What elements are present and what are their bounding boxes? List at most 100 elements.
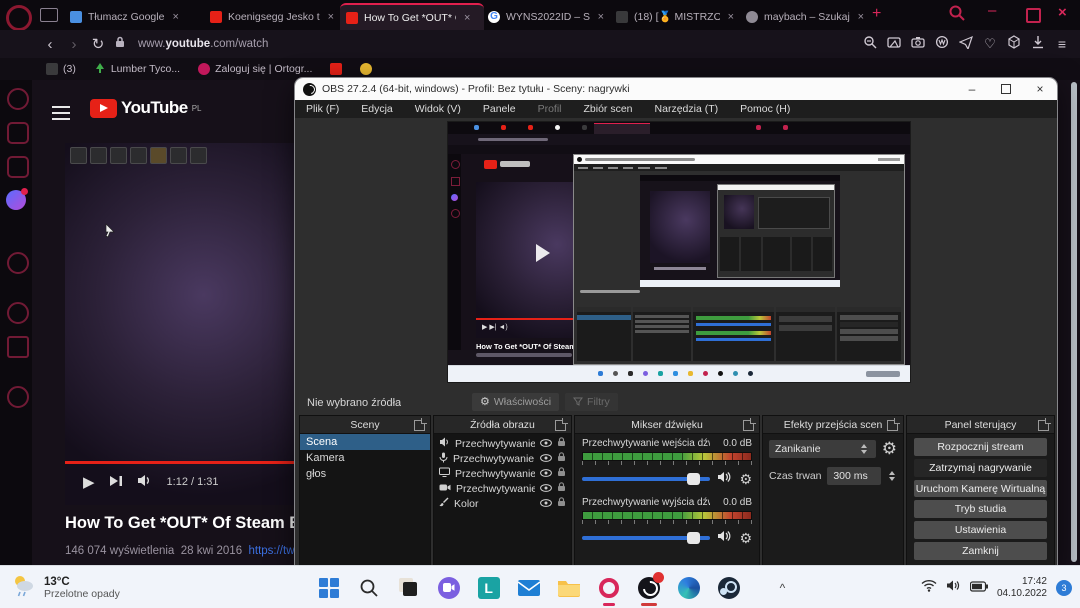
virtual-camera-button[interactable]: Uruchom Kamerę Wirtualną (914, 480, 1047, 498)
steam-icon[interactable] (716, 575, 742, 601)
opera-gx-logo-icon[interactable] (6, 5, 32, 31)
source-row[interactable]: Przechwytywanie (434, 436, 571, 451)
lock-icon[interactable] (557, 497, 566, 510)
back-button[interactable]: ‹ (38, 36, 62, 53)
youtube-menu-icon[interactable] (52, 102, 70, 124)
volume-slider[interactable] (582, 536, 710, 540)
gear-icon[interactable]: ⚙ (739, 472, 752, 486)
eye-icon[interactable] (540, 453, 552, 465)
volume-slider[interactable] (582, 477, 710, 481)
new-tab-button[interactable]: + (872, 5, 881, 23)
camera-icon[interactable] (906, 35, 930, 54)
edge-icon[interactable] (676, 575, 702, 601)
tab-tlumacz-google[interactable]: Tłumacz Google × (64, 3, 206, 30)
bookmark-youtube[interactable] (330, 63, 342, 75)
tab-how-to-get-out-active[interactable]: How To Get *OUT* O × (340, 3, 484, 30)
menu-pomoc[interactable]: Pomoc (H) (729, 103, 801, 115)
extensions-cube-icon[interactable] (1002, 35, 1026, 54)
app-l-icon[interactable]: L (476, 575, 502, 601)
volume-tray-icon[interactable] (946, 579, 961, 597)
eye-icon[interactable] (540, 438, 552, 450)
send-icon[interactable] (954, 35, 978, 54)
source-row[interactable]: Przechwytywanie (434, 481, 571, 496)
description-link[interactable]: https://twitt... (248, 545, 297, 557)
scene-item-selected[interactable]: Scena (300, 434, 430, 450)
obs-close-button[interactable]: × (1023, 78, 1057, 100)
wifi-icon[interactable] (921, 579, 937, 597)
window-close-button[interactable]: × (1058, 4, 1067, 21)
lock-icon[interactable] (557, 437, 566, 450)
window-maximize-button[interactable] (1026, 8, 1041, 23)
weather-widget[interactable]: 13°C Przelotne opady (10, 572, 180, 603)
video-progress-bar[interactable] (65, 461, 296, 464)
close-icon[interactable]: × (462, 12, 472, 24)
close-icon[interactable]: × (170, 11, 180, 23)
tab-search-icon[interactable] (948, 4, 966, 22)
tab-koenigsegg[interactable]: Koenigsegg Jesko to × (204, 3, 342, 30)
clock[interactable]: 17:42 04.10.2022 (997, 576, 1047, 600)
scenes-header[interactable]: Sceny (300, 416, 430, 434)
tray-expand-chevron[interactable]: ^ (780, 581, 786, 595)
studio-mode-button[interactable]: Tryb studia (914, 500, 1047, 518)
source-row[interactable]: Przechwytywanie (434, 466, 571, 481)
obs-maximize-button[interactable] (989, 78, 1023, 100)
lock-icon[interactable] (557, 482, 566, 495)
url-text[interactable]: www.youtube.com/watch (138, 38, 268, 50)
shopping-bag-icon[interactable] (7, 122, 29, 144)
eye-icon[interactable] (540, 468, 552, 480)
gear-icon[interactable]: ⚙ (739, 531, 752, 545)
teams-chat-icon[interactable] (436, 575, 462, 601)
opera-gx-taskbar-icon[interactable] (596, 575, 622, 601)
transition-gear-icon[interactable]: ⚙ (882, 442, 897, 456)
zoom-page-icon[interactable] (858, 35, 882, 54)
lock-icon[interactable] (557, 452, 566, 465)
menu-widok[interactable]: Widok (V) (404, 103, 472, 115)
workspace-icon[interactable] (40, 8, 58, 22)
forward-button[interactable]: › (62, 36, 86, 53)
filters-button[interactable]: Filtry (565, 393, 618, 411)
next-button[interactable] (109, 474, 123, 491)
battery-icon[interactable] (970, 579, 988, 597)
gx-store-icon[interactable] (7, 336, 29, 358)
bookmark-smiley[interactable] (360, 63, 372, 75)
file-explorer-icon[interactable] (556, 575, 582, 601)
tab-wyns2022id[interactable]: G WYNS2022ID – Szuk × (482, 3, 612, 30)
play-button[interactable]: ▶ (83, 473, 95, 491)
duration-stepper[interactable] (886, 471, 897, 481)
mail-icon[interactable] (516, 575, 542, 601)
popout-icon[interactable] (887, 420, 898, 431)
menu-panele[interactable]: Panele (472, 103, 527, 115)
settings-gear-icon[interactable] (7, 386, 29, 408)
wallet-icon[interactable] (930, 35, 954, 54)
notification-badge[interactable]: 3 (1056, 580, 1072, 596)
popout-icon[interactable] (555, 420, 566, 431)
gx-corner-icon[interactable] (7, 88, 29, 110)
menu-zbior-scen[interactable]: Zbiór scen (573, 103, 644, 115)
source-row[interactable]: Kolor (434, 496, 571, 511)
settings-button[interactable]: Ustawienia (914, 521, 1047, 539)
mixer-header[interactable]: Mikser dźwięku (575, 416, 759, 434)
properties-button[interactable]: ⚙ Właściwości (472, 393, 559, 411)
source-row[interactable]: Przechwytywanie (434, 451, 571, 466)
obs-preview[interactable]: ▶ ▶| ◄) How To Get *OUT* Of Steam Big Pi… (448, 122, 910, 382)
obs-title-bar[interactable]: OBS 27.2.4 (64-bit, windows) - Profil: B… (295, 78, 1057, 100)
menu-plik[interactable]: Plik (F) (295, 103, 350, 115)
scene-item[interactable]: Kamera (300, 450, 430, 466)
volume-icon[interactable] (137, 474, 153, 491)
bookmark-lumber-tycoon[interactable]: Lumber Tyco... (94, 62, 180, 77)
video-player[interactable]: ▶ 1:12 / 1:31 (65, 143, 296, 505)
sources-header[interactable]: Źródła obrazu (434, 416, 571, 434)
window-minimize-button[interactable]: – (988, 2, 996, 19)
menu-narzedzia[interactable]: Narzędzia (T) (644, 103, 730, 115)
page-scrollbar[interactable] (1071, 82, 1077, 562)
speaker-icon[interactable] (717, 470, 732, 488)
menu-edycja[interactable]: Edycja (350, 103, 404, 115)
download-icon[interactable] (1026, 35, 1050, 54)
youtube-logo[interactable]: YouTube PL (90, 98, 202, 118)
start-button[interactable] (316, 575, 342, 601)
close-icon[interactable]: × (596, 11, 606, 23)
duration-input[interactable]: 300 ms (827, 467, 881, 485)
controls-header[interactable]: Panel sterujący (907, 416, 1054, 434)
obs-taskbar-icon[interactable] (636, 575, 662, 601)
bookmark-roblox[interactable]: (3) (46, 63, 76, 75)
